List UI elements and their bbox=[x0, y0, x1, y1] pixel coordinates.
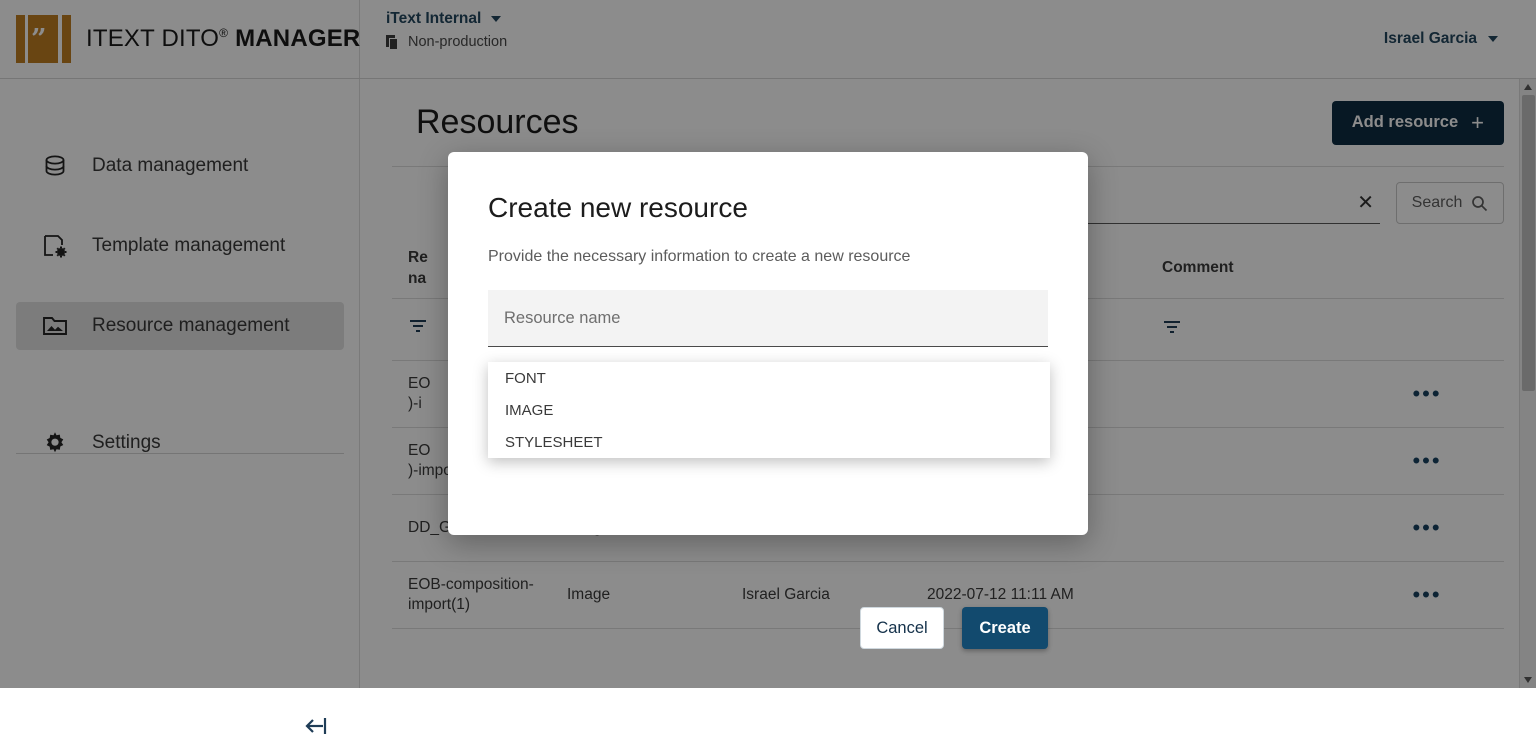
dropdown-option-stylesheet[interactable]: STYLESHEET bbox=[488, 426, 1050, 458]
app-page: ” ITEXT DITO® MANAGER iText Internal Non… bbox=[0, 0, 1536, 688]
create-resource-dialog: Create new resource Provide the necessar… bbox=[448, 152, 1088, 535]
cancel-button[interactable]: Cancel bbox=[860, 607, 944, 649]
create-button[interactable]: Create bbox=[962, 607, 1048, 649]
dialog-title: Create new resource bbox=[488, 192, 1048, 224]
dialog-subtitle: Provide the necessary information to cre… bbox=[488, 248, 1048, 266]
resource-type-dropdown-list[interactable]: FONT IMAGE STYLESHEET bbox=[488, 362, 1050, 458]
dropdown-option-font[interactable]: FONT bbox=[488, 362, 1050, 394]
resource-name-input[interactable]: Resource name bbox=[488, 290, 1048, 347]
dropdown-option-image[interactable]: IMAGE bbox=[488, 394, 1050, 426]
collapse-sidebar-arrow-icon[interactable] bbox=[300, 709, 334, 743]
resource-name-placeholder: Resource name bbox=[504, 309, 620, 328]
